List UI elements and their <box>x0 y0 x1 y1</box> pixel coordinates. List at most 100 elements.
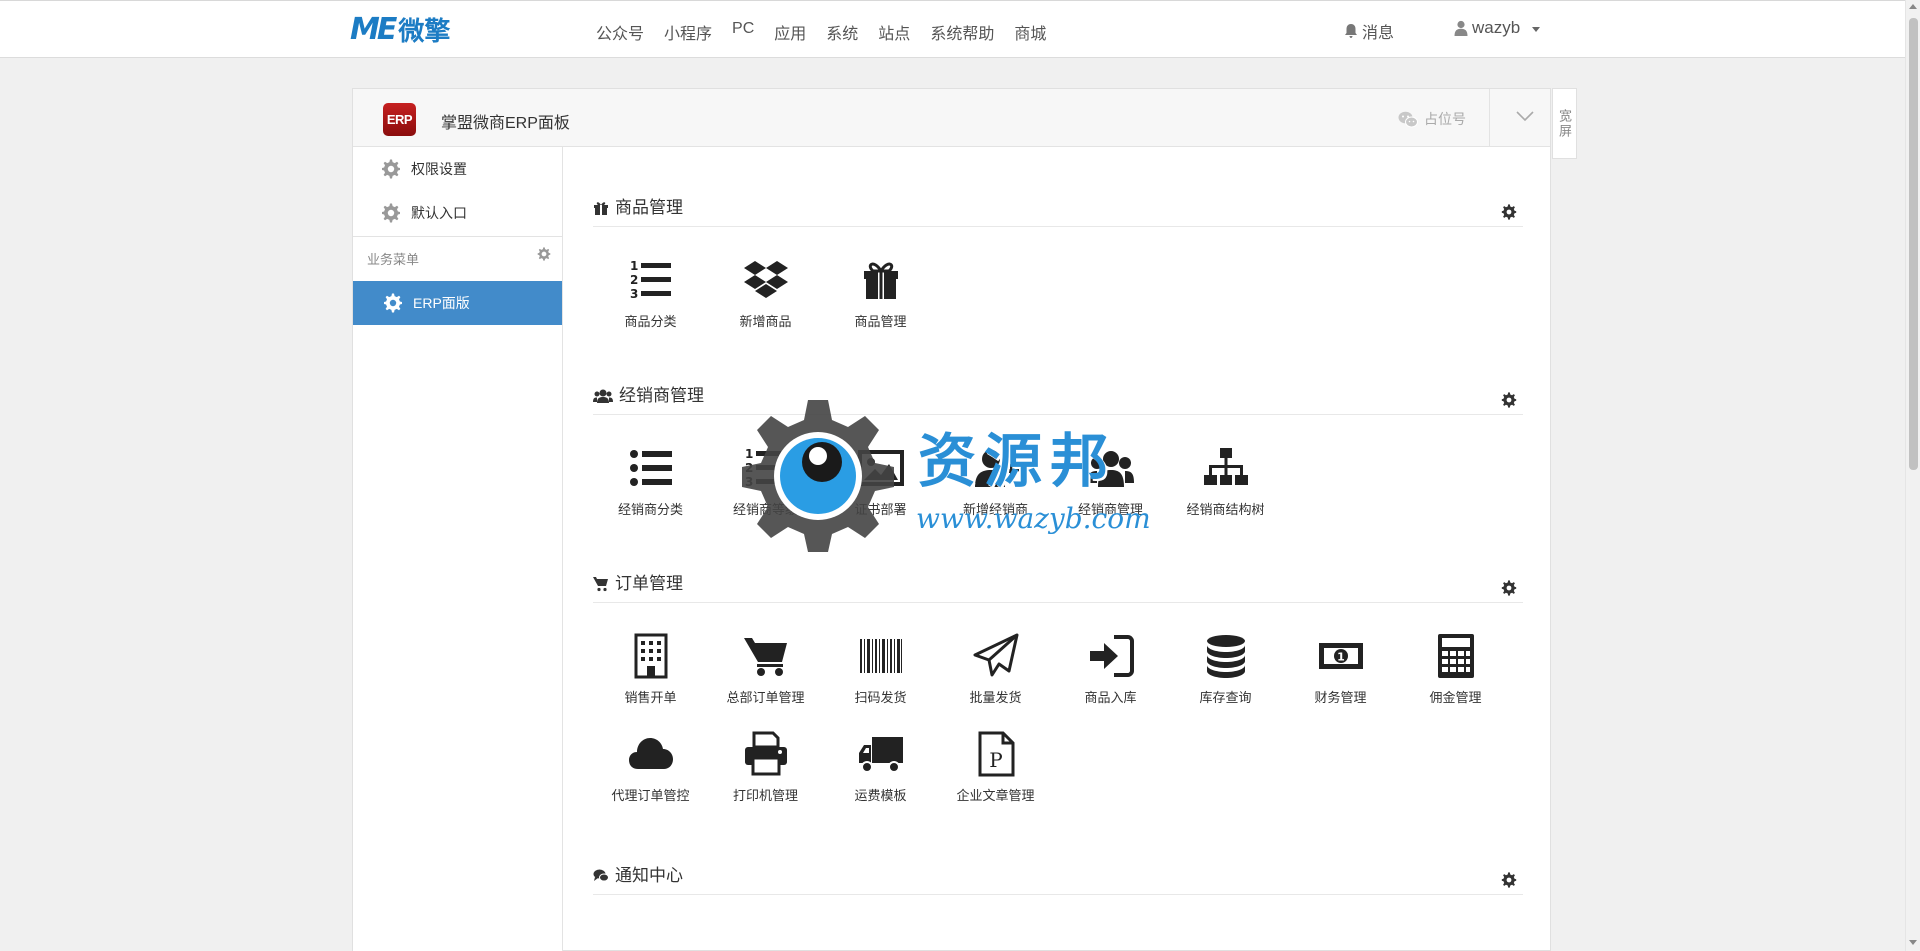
section-title: 商品管理 <box>615 198 683 217</box>
tile-scan-ship[interactable]: 扫码发货 <box>823 623 938 721</box>
nav-item-apps[interactable]: 应用 <box>774 20 806 44</box>
tile-distributor-level[interactable]: 123 经销商等级 <box>708 435 823 533</box>
tile-distributor-category[interactable]: 经销商分类 <box>593 435 708 533</box>
tile-label: 运费模板 <box>854 788 907 803</box>
users-icon <box>593 389 613 403</box>
section-distributors-header: 经销商管理 <box>593 377 1523 415</box>
sidebar-item-default-entry[interactable]: 默认入口 <box>353 191 562 235</box>
gear-icon[interactable] <box>1501 580 1517 596</box>
tile-label: 扫码发货 <box>854 690 907 705</box>
nav-item-site[interactable]: 站点 <box>878 20 910 44</box>
tile-batch-ship[interactable]: 批量发货 <box>938 623 1053 721</box>
tile-hq-orders[interactable]: 总部订单管理 <box>708 623 823 721</box>
user-menu[interactable]: wazyb <box>1454 18 1541 38</box>
tile-articles[interactable]: P 企业文章管理 <box>938 721 1053 819</box>
users-icon <box>1087 451 1134 487</box>
gear-icon[interactable] <box>1501 204 1517 220</box>
tile-label: 商品入库 <box>1084 690 1137 705</box>
svg-text:3: 3 <box>630 287 638 301</box>
tile-certificate[interactable]: 证书部署 <box>823 435 938 533</box>
database-icon <box>1206 635 1245 678</box>
section-distributors-tiles: 经销商分类 123 经销商等级 证书部署 新增经销商 经销商管理 经销商结构树 <box>593 435 1523 533</box>
nav-item-system[interactable]: 系统 <box>826 20 858 44</box>
wide-screen-toggle[interactable]: 宽屏 <box>1552 88 1577 159</box>
cart-icon <box>743 638 787 676</box>
sign-in-icon <box>1089 635 1134 677</box>
gear-icon[interactable] <box>1501 392 1517 408</box>
page-title: 掌盟微商ERP面板 <box>441 115 570 132</box>
tile-label: 商品管理 <box>854 314 907 329</box>
tile-label: 商品分类 <box>624 314 677 329</box>
svg-text:1: 1 <box>745 447 753 461</box>
tile-add-product[interactable]: 新增商品 <box>708 247 823 345</box>
tile-distributor-manage[interactable]: 经销商管理 <box>1053 435 1168 533</box>
calculator-icon <box>1437 634 1474 678</box>
nav-item-mp[interactable]: 公众号 <box>596 20 644 44</box>
sidebar-item-permissions[interactable]: 权限设置 <box>353 147 562 191</box>
truck-icon <box>858 737 903 773</box>
comments-icon <box>593 869 609 882</box>
gear-icon <box>382 203 400 223</box>
messages-label: 消息 <box>1362 25 1395 42</box>
gear-icon <box>384 293 402 313</box>
tile-printer[interactable]: 打印机管理 <box>708 721 823 819</box>
scroll-thumb[interactable] <box>1909 18 1918 470</box>
section-notifications-header: 通知中心 <box>593 857 1523 895</box>
messages-link[interactable]: 消息 <box>1344 19 1394 43</box>
money-icon: 1 <box>1318 643 1363 669</box>
sidebar-item-label: ERP面版 <box>413 295 470 311</box>
tile-label: 新增经销商 <box>962 502 1028 517</box>
nav-item-miniprogram[interactable]: 小程序 <box>664 20 712 44</box>
nav-item-help[interactable]: 系统帮助 <box>930 20 994 44</box>
tile-freight-template[interactable]: 运费模板 <box>823 721 938 819</box>
tile-label: 财务管理 <box>1314 690 1367 705</box>
nav-item-store[interactable]: 商城 <box>1014 20 1046 44</box>
username: wazyb <box>1472 18 1521 37</box>
tile-add-distributor[interactable]: 新增经销商 <box>938 435 1053 533</box>
scroll-down-icon[interactable] <box>1909 940 1917 945</box>
gear-icon[interactable] <box>1501 872 1517 888</box>
logo-mark: ME <box>350 11 397 47</box>
user-icon <box>1454 20 1468 36</box>
tile-label: 库存查询 <box>1199 690 1252 705</box>
gear-icon[interactable] <box>537 247 551 261</box>
tile-finance[interactable]: 1 财务管理 <box>1283 623 1398 721</box>
sitemap-icon <box>1203 448 1248 485</box>
scroll-up-icon[interactable] <box>1909 4 1917 9</box>
sidebar-item-erp-panel[interactable]: ERP面版 <box>353 281 562 325</box>
tile-product-category[interactable]: 123 商品分类 <box>593 247 708 345</box>
tile-stock-in[interactable]: 商品入库 <box>1053 623 1168 721</box>
section-title: 订单管理 <box>615 574 683 593</box>
user-plus-icon <box>974 450 1019 487</box>
nav-item-pc[interactable]: PC <box>732 20 754 44</box>
account-placeholder[interactable]: 占位号 <box>1398 109 1466 129</box>
tile-inventory[interactable]: 库存查询 <box>1168 623 1283 721</box>
page-scrollbar[interactable] <box>1905 0 1920 951</box>
svg-text:2: 2 <box>745 461 753 475</box>
tile-product-manage[interactable]: 商品管理 <box>823 247 938 345</box>
svg-text:1: 1 <box>630 259 638 273</box>
tile-label: 企业文章管理 <box>956 788 1035 803</box>
dropbox-icon <box>743 261 788 298</box>
logo[interactable]: ME 微擎 <box>350 11 450 47</box>
app-badge: ERP <box>383 103 416 136</box>
tile-commission[interactable]: 佣金管理 <box>1398 623 1513 721</box>
svg-text:2: 2 <box>630 273 638 287</box>
tile-label: 经销商结构树 <box>1186 502 1265 517</box>
tile-sales-order[interactable]: 销售开单 <box>593 623 708 721</box>
section-orders-tiles: 销售开单 总部订单管理 扫码发货 批量发货 商品入库 库存查询 1 财务管理 佣… <box>593 623 1523 819</box>
tile-agent-orders[interactable]: 代理订单管控 <box>593 721 708 819</box>
sidebar-section-title: 业务菜单 <box>367 252 420 267</box>
sidebar-item-label: 权限设置 <box>411 161 467 177</box>
bell-icon <box>1345 23 1357 38</box>
section-products-header: 商品管理 <box>593 189 1523 227</box>
tile-label: 销售开单 <box>624 690 677 705</box>
erp-panel: ERP 掌盟微商ERP面板 占位号 权限设置 默认入口 业务菜单 ERP面版 商… <box>352 88 1551 951</box>
chevron-down-icon[interactable] <box>1514 105 1536 127</box>
svg-text:3: 3 <box>745 475 753 489</box>
main-nav: 公众号 小程序 PC 应用 系统 站点 系统帮助 商城 <box>596 20 1066 44</box>
gear-icon <box>382 159 400 179</box>
tile-distributor-tree[interactable]: 经销商结构树 <box>1168 435 1283 533</box>
gift-icon <box>594 202 608 215</box>
tile-label: 佣金管理 <box>1429 690 1482 705</box>
